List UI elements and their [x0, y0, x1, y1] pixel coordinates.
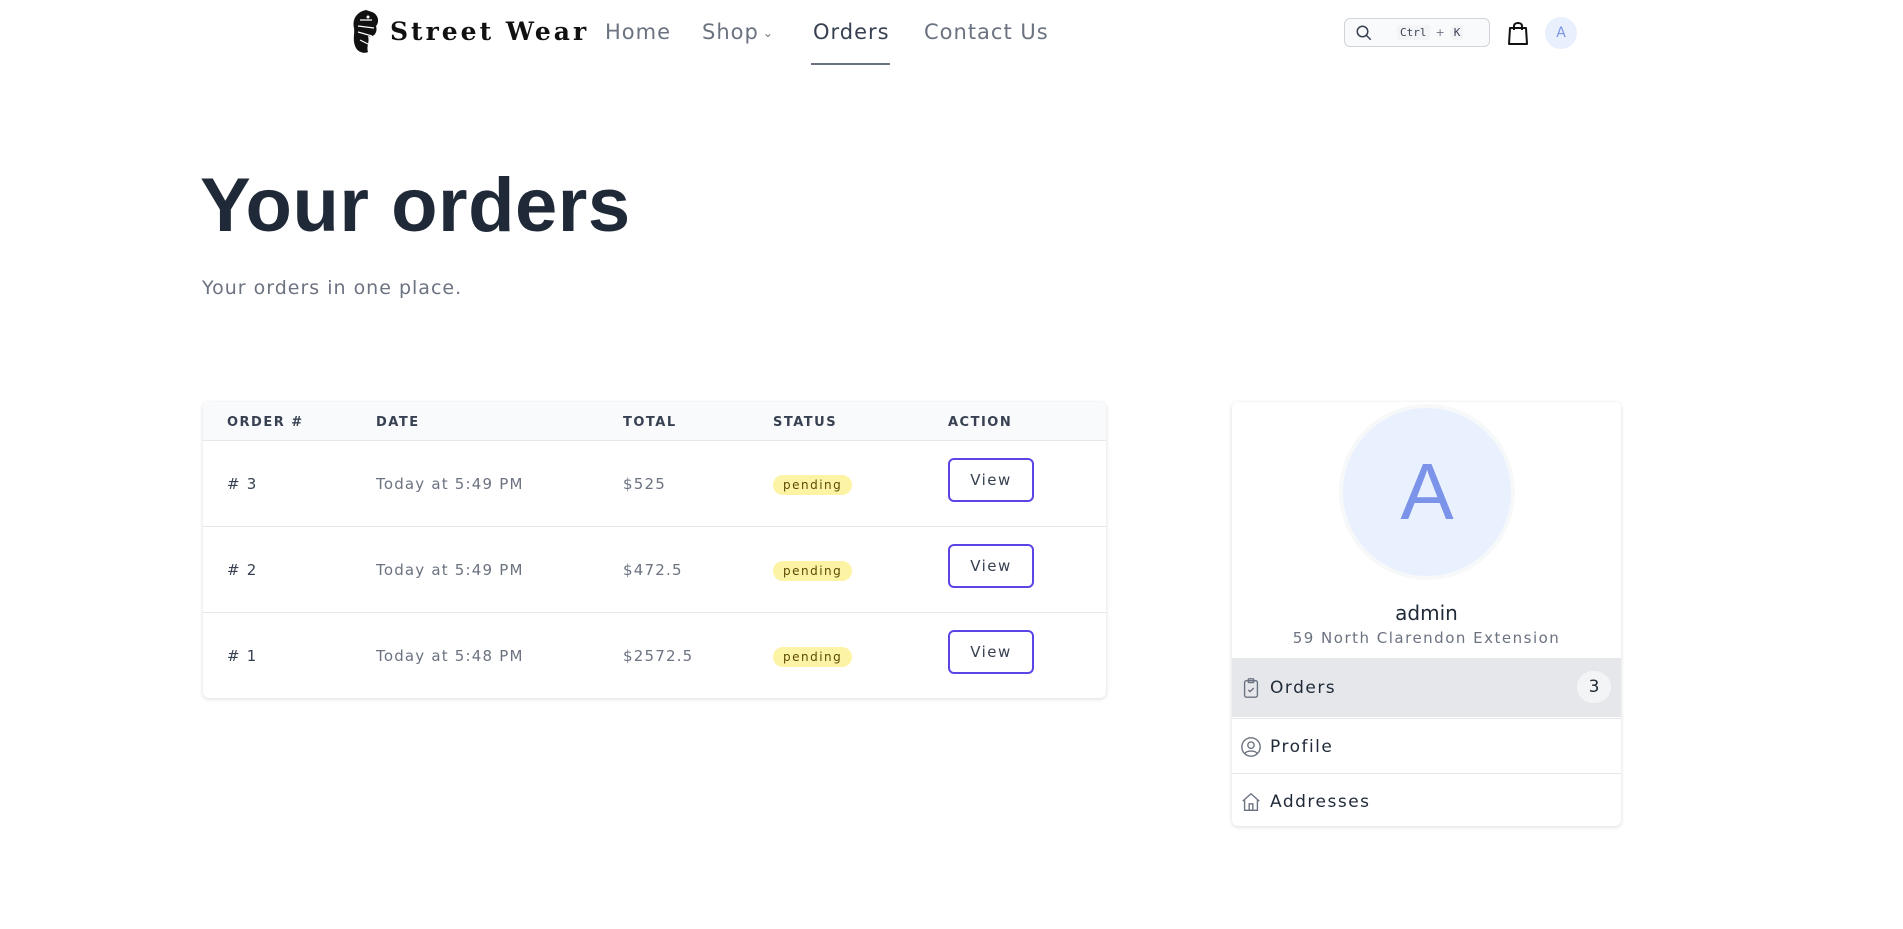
shopping-bag-icon[interactable] [1506, 20, 1530, 46]
profile-menu-orders[interactable]: Orders 3 [1232, 658, 1621, 717]
profile-address: 59 North Clarendon Extension [1292, 629, 1561, 647]
eagle-logo-icon [353, 10, 379, 53]
status-badge: pending [773, 647, 853, 667]
status-badge: pending [773, 475, 853, 495]
menu-label-profile: Profile [1270, 736, 1334, 757]
view-order-button[interactable]: View [948, 458, 1034, 502]
nav-orders[interactable]: Orders [813, 20, 890, 44]
nav-contact-us[interactable]: Contact Us [924, 20, 1049, 44]
table-row: # 3 Today at 5:49 PM $525 pending View [203, 440, 1106, 526]
column-header-order: ORDER # [227, 415, 304, 430]
logo[interactable]: Street Wear [346, 6, 589, 56]
table-header: ORDER # DATE TOTAL STATUS ACTION [203, 402, 1106, 440]
user-avatar[interactable]: A [1545, 17, 1577, 49]
shortcut-key-ctrl: Ctrl [1397, 25, 1430, 40]
user-circle-icon [1241, 736, 1261, 757]
table-row: # 1 Today at 5:48 PM $2572.5 pending Vie… [203, 612, 1106, 698]
order-total: $472.5 [623, 561, 683, 579]
order-number: # 3 [227, 475, 258, 493]
profile-avatar: A [1339, 404, 1515, 580]
site-header: Street Wear Home Shop ⌄ Orders Contact Us… [0, 0, 1903, 65]
table-row: # 2 Today at 5:49 PM $472.5 pending View [203, 526, 1106, 612]
column-header-date: DATE [376, 415, 420, 430]
shortcut-plus: + [1435, 26, 1445, 39]
orders-table: ORDER # DATE TOTAL STATUS ACTION # 3 Tod… [203, 402, 1106, 698]
nav-shop[interactable]: Shop ⌄ [702, 20, 774, 44]
column-header-status: STATUS [773, 415, 838, 430]
profile-menu-addresses[interactable]: Addresses [1232, 773, 1621, 826]
page-title: Your orders [200, 163, 631, 248]
order-date: Today at 5:48 PM [376, 647, 524, 665]
menu-label-addresses: Addresses [1270, 791, 1371, 812]
search-icon [1356, 25, 1372, 40]
menu-label-orders: Orders [1270, 677, 1337, 698]
logo-text: Street Wear [390, 16, 590, 46]
order-date: Today at 5:49 PM [376, 475, 524, 493]
column-header-action: ACTION [948, 415, 1013, 430]
order-total: $2572.5 [623, 647, 694, 665]
nav-home[interactable]: Home [605, 20, 671, 44]
order-number: # 2 [227, 561, 258, 579]
orders-count-badge: 3 [1577, 671, 1611, 703]
order-total: $525 [623, 475, 666, 493]
home-icon [1242, 792, 1260, 811]
order-number: # 1 [227, 647, 258, 665]
status-badge: pending [773, 561, 853, 581]
order-date: Today at 5:49 PM [376, 561, 524, 579]
page-subtitle: Your orders in one place. [202, 277, 463, 299]
column-header-total: TOTAL [623, 415, 677, 430]
clipboard-icon [1243, 677, 1259, 698]
profile-menu-profile[interactable]: Profile [1232, 718, 1621, 774]
chevron-down-icon: ⌄ [762, 26, 774, 40]
profile-name: admin [1395, 601, 1458, 625]
shortcut-key-k: K [1450, 25, 1464, 40]
profile-card: A admin 59 North Clarendon Extension Ord… [1232, 402, 1621, 826]
nav-active-indicator [811, 63, 890, 65]
search-button[interactable]: Ctrl + K [1344, 18, 1490, 47]
view-order-button[interactable]: View [948, 630, 1034, 674]
view-order-button[interactable]: View [948, 544, 1034, 588]
nav-shop-label: Shop [702, 20, 759, 44]
